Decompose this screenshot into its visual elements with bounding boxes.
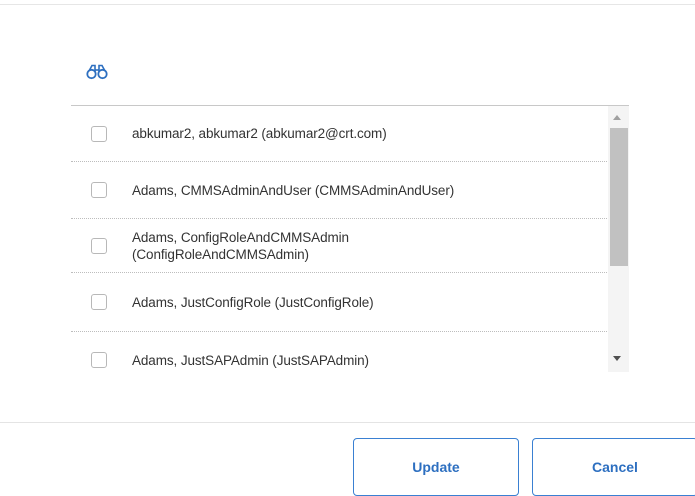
cancel-button[interactable]: Cancel (532, 438, 695, 496)
top-divider (0, 4, 695, 5)
list-item[interactable]: Adams, JustSAPAdmin (JustSAPAdmin) (71, 332, 607, 372)
scroll-up-arrow-icon[interactable] (613, 115, 621, 120)
list-item[interactable]: abkumar2, abkumar2 (abkumar2@crt.com) (71, 106, 607, 162)
vertical-scrollbar[interactable] (608, 106, 629, 372)
checkbox[interactable] (91, 352, 107, 368)
user-list: abkumar2, abkumar2 (abkumar2@crt.com) Ad… (71, 106, 607, 372)
scrollbar-thumb[interactable] (610, 128, 628, 266)
list-item-label: Adams, ConfigRoleAndCMMSAdmin (ConfigRol… (132, 229, 349, 262)
list-item-label: Adams, JustSAPAdmin (JustSAPAdmin) (132, 352, 369, 368)
list-item[interactable]: Adams, ConfigRoleAndCMMSAdmin (ConfigRol… (71, 219, 607, 273)
checkbox[interactable] (91, 294, 107, 310)
binoculars-icon[interactable] (86, 64, 108, 80)
list-item-label: abkumar2, abkumar2 (abkumar2@crt.com) (132, 126, 387, 141)
update-button[interactable]: Update (353, 438, 519, 496)
checkbox[interactable] (91, 182, 107, 198)
list-item-label: Adams, CMMSAdminAndUser (CMMSAdminAndUse… (132, 182, 455, 198)
checkbox[interactable] (91, 237, 107, 254)
list-item-label: Adams, JustConfigRole (JustConfigRole) (132, 294, 374, 310)
list-item[interactable]: Adams, JustConfigRole (JustConfigRole) (71, 273, 607, 332)
checkbox[interactable] (91, 125, 107, 142)
user-list-box: abkumar2, abkumar2 (abkumar2@crt.com) Ad… (71, 105, 629, 372)
list-item[interactable]: Adams, CMMSAdminAndUser (CMMSAdminAndUse… (71, 162, 607, 219)
footer-divider (0, 422, 695, 423)
scroll-down-arrow-icon[interactable] (613, 356, 621, 361)
